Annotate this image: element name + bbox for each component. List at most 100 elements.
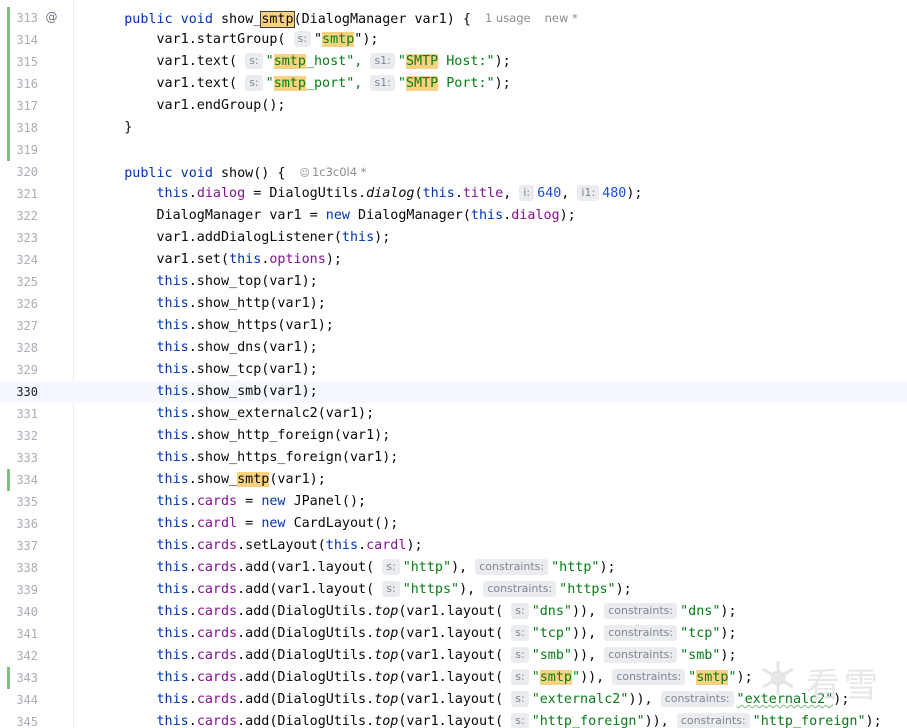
- code-line[interactable]: 338 this.cards.add(var1.layout( s: "http"…: [0, 557, 907, 579]
- code-token: "dns": [531, 604, 572, 619]
- code-token: .add(DialogUtils.: [237, 604, 375, 619]
- code-token: top: [374, 714, 399, 728]
- code-token: this: [325, 538, 359, 553]
- code-line[interactable]: 339 this.cards.add(var1.layout( s: "https…: [0, 579, 907, 601]
- parameter-hint: constraints:: [475, 559, 549, 575]
- code-line[interactable]: 316 var1.text( s: "smtp_port", s1: "SMTP P…: [0, 73, 907, 95]
- code-token: .show_externalc2(var1);: [188, 406, 375, 421]
- code-line[interactable]: 337 this.cards.setLayout(this.cardl);: [0, 535, 907, 557]
- author-name: 1c3c0l4 *: [311, 165, 367, 179]
- code-text: this.cards = new JPanel();: [92, 491, 367, 513]
- code-line[interactable]: 323 var1.addDialogListener(this);: [0, 227, 907, 249]
- code-token: _host",: [305, 54, 371, 69]
- parameter-hint: constraints:: [604, 647, 678, 663]
- code-token: var1.text(: [92, 54, 246, 69]
- code-token: .add(DialogUtils.: [237, 670, 375, 685]
- override-icon[interactable]: @: [45, 11, 58, 24]
- code-token: .: [188, 538, 197, 553]
- code-token: .show_smb(var1);: [188, 384, 318, 399]
- code-vision-hint[interactable]: new *: [545, 11, 578, 25]
- code-token: .: [188, 604, 197, 619]
- search-highlight: smtp: [273, 54, 306, 69]
- code-token: }: [92, 120, 133, 135]
- code-line[interactable]: 331 this.show_externalc2(var1);: [0, 403, 907, 425]
- line-number: 342: [16, 649, 38, 663]
- code-token: this: [229, 252, 262, 267]
- code-token: 480: [602, 186, 627, 201]
- code-line[interactable]: 315 var1.text( s: "smtp_host", s1: "SMTP H…: [0, 51, 907, 73]
- code-line[interactable]: 334 this.show_smtp(var1);: [0, 469, 907, 491]
- code-editor[interactable]: 313 @ public void show_smtp(DialogManager…: [0, 0, 907, 728]
- line-number: 332: [16, 429, 38, 443]
- code-text: this.show_http(var1);: [92, 293, 326, 315]
- code-line[interactable]: 325 this.show_top(var1);: [0, 271, 907, 293]
- code-line[interactable]: 336 this.cardl = new CardLayout();: [0, 513, 907, 535]
- code-token: cards: [196, 648, 238, 663]
- code-token: dialog: [196, 186, 246, 201]
- code-token: .: [188, 626, 197, 641]
- code-token: .: [358, 538, 367, 553]
- code-token: );: [374, 230, 391, 245]
- code-line[interactable]: 329 this.show_tcp(var1);: [0, 359, 907, 381]
- code-line[interactable]: 333 this.show_https_foreign(var1);: [0, 447, 907, 469]
- line-number: 324: [16, 253, 38, 267]
- code-line[interactable]: 332 this.show_http_foreign(var1);: [0, 425, 907, 447]
- parameter-hint: s:: [382, 559, 400, 575]
- code-token: (var1.layout(: [398, 604, 512, 619]
- search-highlight: smtp: [696, 670, 729, 685]
- code-token: title: [462, 186, 504, 201]
- code-line[interactable]: 320 public void show() {☺ 1c3c0l4 *: [0, 161, 907, 183]
- snowflake-logo-icon: [762, 661, 794, 695]
- code-token: );: [736, 670, 753, 685]
- line-number: 338: [16, 561, 38, 575]
- code-line[interactable]: 330 this.show_smb(var1);: [0, 381, 907, 403]
- code-line[interactable]: 322 DialogManager var1 = new DialogManag…: [0, 205, 907, 227]
- code-token: cards: [196, 714, 238, 728]
- code-token: DialogManager(: [358, 208, 471, 223]
- code-line[interactable]: 328 this.show_dns(var1);: [0, 337, 907, 359]
- code-text: this.show_smb(var1);: [92, 381, 318, 403]
- code-token: "http_foreign": [531, 714, 645, 728]
- line-number: 329: [16, 363, 38, 377]
- code-line[interactable]: 341 this.cards.add(DialogUtils.top(var1.…: [0, 623, 907, 645]
- code-token: .: [188, 494, 197, 509]
- code-token: .show_dns(var1);: [188, 340, 318, 355]
- code-line[interactable]: 319: [0, 139, 907, 161]
- code-line[interactable]: 340 this.cards.add(DialogUtils.top(var1.…: [0, 601, 907, 623]
- code-line[interactable]: 313 @ public void show_smtp(DialogManager…: [0, 7, 907, 29]
- code-token: "https": [559, 582, 616, 597]
- code-token: cards: [196, 538, 238, 553]
- parameter-hint: constraints:: [660, 691, 734, 707]
- author-hint[interactable]: ☺ 1c3c0l4 *: [300, 165, 367, 179]
- code-token: top: [374, 626, 399, 641]
- code-token: )),: [580, 670, 613, 685]
- code-token: .add(DialogUtils.: [237, 648, 375, 663]
- line-number: 322: [16, 209, 38, 223]
- watermark-text: 看雪: [806, 666, 882, 706]
- line-number: 340: [16, 605, 38, 619]
- code-token: Host:": [438, 54, 495, 69]
- code-line[interactable]: 317 var1.endGroup();: [0, 95, 907, 117]
- code-line[interactable]: 345 this.cards.add(DialogUtils.top(var1.…: [0, 711, 907, 728]
- code-token: ": [688, 670, 697, 685]
- code-token: "smb": [531, 648, 572, 663]
- code-line[interactable]: 327 this.show_https(var1);: [0, 315, 907, 337]
- code-line[interactable]: 318 }: [0, 117, 907, 139]
- code-token: this: [156, 318, 189, 333]
- code-line[interactable]: 324 var1.set(this.options);: [0, 249, 907, 271]
- code-line[interactable]: 321 this.dialog = DialogUtils.dialog(thi…: [0, 183, 907, 205]
- code-line[interactable]: 326 this.show_http(var1);: [0, 293, 907, 315]
- code-token: this: [156, 274, 189, 289]
- code-token: this: [156, 582, 189, 597]
- code-token: );: [720, 648, 737, 663]
- code-line[interactable]: 335 this.cards = new JPanel();: [0, 491, 907, 513]
- code-token: (DialogManager var1) {: [293, 12, 471, 27]
- code-text: public void show() {☺ 1c3c0l4 *: [92, 161, 366, 185]
- parameter-hint: constraints:: [604, 625, 678, 641]
- code-line[interactable]: 314 var1.startGroup( s: "smtp");: [0, 29, 907, 51]
- code-vision-hint[interactable]: 1 usage: [485, 11, 531, 25]
